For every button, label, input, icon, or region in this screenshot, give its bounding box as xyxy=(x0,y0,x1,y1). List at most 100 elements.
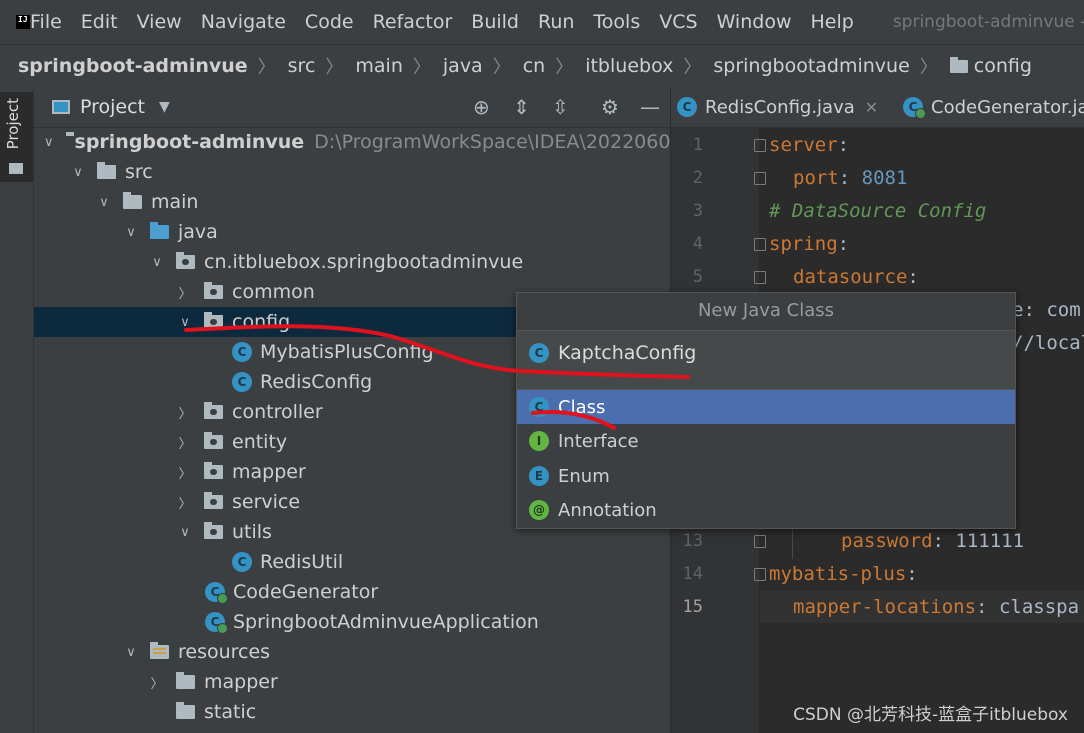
menu-navigate[interactable]: Navigate xyxy=(201,11,286,33)
class-icon: C xyxy=(232,342,252,362)
tree-item-label: springboot-adminvue xyxy=(74,131,305,153)
fold-icon[interactable] xyxy=(754,238,766,251)
package-icon xyxy=(204,312,223,329)
hide-icon[interactable]: — xyxy=(640,96,660,118)
fold-icon[interactable] xyxy=(754,271,766,284)
tab-redisconfig[interactable]: C RedisConfig.java ✕ xyxy=(677,87,878,127)
menu-run[interactable]: Run xyxy=(538,11,574,33)
tree-item-codegenerator[interactable]: C CodeGenerator xyxy=(34,577,670,607)
tree-item-java[interactable]: ∨ java xyxy=(34,217,670,247)
breadcrumb-item[interactable]: itbluebox xyxy=(585,55,673,77)
class-icon: C xyxy=(677,97,697,117)
editor-tab-bar: C RedisConfig.java ✕ C CodeGenerator.jav… xyxy=(671,87,1084,128)
kind-option-annotation[interactable]: @ Annotation xyxy=(517,493,1015,527)
code-line-1[interactable]: server: xyxy=(769,134,849,156)
chevron-down-icon[interactable]: ∨ xyxy=(150,255,164,270)
breadcrumb-item[interactable]: cn xyxy=(523,55,546,77)
menu-build[interactable]: Build xyxy=(471,11,519,33)
yaml-colon: : xyxy=(906,563,918,585)
tree-item-project-root[interactable]: ∨ springboot-adminvue D:\ProgramWorkSpac… xyxy=(34,127,711,157)
gear-icon[interactable]: ⚙ xyxy=(601,96,619,118)
tree-item-springbootadminvueapplication[interactable]: C SpringbootAdminvueApplication xyxy=(34,607,670,637)
chevron-down-icon[interactable]: ∨ xyxy=(97,195,111,210)
menu-code[interactable]: Code xyxy=(305,11,354,33)
code-line-2[interactable]: port: 8081 xyxy=(793,167,907,189)
tab-codegenerator[interactable]: C CodeGenerator.java xyxy=(903,87,1084,127)
tree-item-label: static xyxy=(204,701,257,723)
line-number: 2 xyxy=(692,168,703,188)
tree-item-label: common xyxy=(232,281,315,303)
chevron-down-icon[interactable]: ∨ xyxy=(124,645,138,660)
fold-icon[interactable] xyxy=(754,568,766,581)
tree-item-label: RedisConfig xyxy=(260,371,373,393)
code-line-3[interactable]: # DataSource Config xyxy=(769,200,986,222)
project-stripe-label[interactable]: Project xyxy=(4,98,22,149)
yaml-key: password xyxy=(841,530,933,552)
menu-view[interactable]: View xyxy=(137,11,182,33)
chevron-right-icon[interactable]: 〉 xyxy=(178,433,192,452)
chevron-down-icon[interactable]: ▼ xyxy=(159,99,170,115)
kind-option-class[interactable]: C Class xyxy=(517,390,1015,424)
menu-refactor[interactable]: Refactor xyxy=(373,11,453,33)
code-line-15[interactable]: mapper-locations: classpa xyxy=(793,596,1079,618)
code-line-5[interactable]: datasource: xyxy=(793,266,919,288)
collapse-all-icon[interactable]: ⇳ xyxy=(552,96,569,118)
breadcrumb-item[interactable]: springbootadminvue xyxy=(713,55,909,77)
locate-target-icon[interactable]: ⊕ xyxy=(473,96,490,118)
tree-item-static[interactable]: static xyxy=(34,697,670,727)
chevron-right-icon[interactable]: 〉 xyxy=(178,283,192,302)
menu-edit[interactable]: Edit xyxy=(81,11,118,33)
class-name-input[interactable] xyxy=(558,342,978,364)
breadcrumb-item[interactable]: main xyxy=(355,55,402,77)
chevron-down-icon[interactable]: ∨ xyxy=(178,525,192,540)
tree-item-src[interactable]: ∨ src xyxy=(34,157,670,187)
chevron-down-icon[interactable]: ∨ xyxy=(71,165,85,180)
expand-all-icon[interactable]: ⇕ xyxy=(513,96,530,118)
breadcrumb-item[interactable]: src xyxy=(288,55,316,77)
annotation-icon: @ xyxy=(529,500,549,520)
resources-folder-icon xyxy=(150,642,169,659)
code-fragment[interactable]: e: com xyxy=(1012,299,1081,321)
breadcrumb-item[interactable]: springboot-adminvue xyxy=(18,55,248,77)
menu-help[interactable]: Help xyxy=(810,11,853,33)
class-name-field[interactable]: C xyxy=(517,330,1015,390)
kind-option-enum[interactable]: E Enum xyxy=(517,459,1015,493)
spring-boot-class-icon: C xyxy=(205,612,228,634)
menu-vcs[interactable]: VCS xyxy=(659,11,697,33)
code-fragment[interactable]: //local xyxy=(1012,332,1084,354)
breadcrumb-item[interactable]: config xyxy=(974,55,1032,77)
tree-item-main[interactable]: ∨ main xyxy=(34,187,670,217)
breadcrumb-item[interactable]: java xyxy=(443,55,483,77)
tree-item-redisutil[interactable]: C RedisUtil xyxy=(34,547,670,577)
kind-option-interface[interactable]: I Interface xyxy=(517,424,1015,458)
code-line-13[interactable]: password: 111111 xyxy=(841,530,1024,552)
chevron-down-icon[interactable]: ∨ xyxy=(44,135,54,150)
fold-icon[interactable] xyxy=(754,139,766,152)
tree-item-resources[interactable]: ∨ resources xyxy=(34,637,670,667)
chevron-down-icon[interactable]: ∨ xyxy=(124,225,138,240)
tree-item-resources-mapper[interactable]: 〉 mapper xyxy=(34,667,670,697)
tree-item-package-root[interactable]: ∨ cn.itbluebox.springbootadminvue xyxy=(34,247,670,277)
chevron-right-icon[interactable]: 〉 xyxy=(150,673,164,692)
tree-item-label: config xyxy=(232,311,291,333)
class-icon: C xyxy=(529,343,549,363)
chevron-right-icon[interactable]: 〉 xyxy=(178,403,192,422)
chevron-down-icon[interactable]: ∨ xyxy=(178,315,192,330)
menu-window[interactable]: Window xyxy=(717,11,792,33)
menu-tools[interactable]: Tools xyxy=(593,11,640,33)
package-icon xyxy=(204,432,223,449)
chevron-right-icon[interactable]: 〉 xyxy=(178,493,192,512)
line-number: 4 xyxy=(692,234,703,254)
code-line-14[interactable]: mybatis-plus: xyxy=(769,563,918,585)
chevron-right-icon[interactable]: 〉 xyxy=(178,463,192,482)
menu-file[interactable]: File xyxy=(30,11,62,33)
popup-title: New Java Class xyxy=(697,300,835,321)
line-number: 5 xyxy=(692,267,703,287)
code-line-4[interactable]: spring: xyxy=(769,233,849,255)
yaml-value: 111111 xyxy=(955,530,1025,552)
fold-icon[interactable] xyxy=(754,535,766,548)
project-view-selector[interactable]: Project xyxy=(80,96,145,118)
tree-item-label: SpringbootAdminvueApplication xyxy=(233,611,539,633)
close-icon[interactable]: ✕ xyxy=(865,98,878,117)
fold-icon[interactable] xyxy=(754,172,766,185)
